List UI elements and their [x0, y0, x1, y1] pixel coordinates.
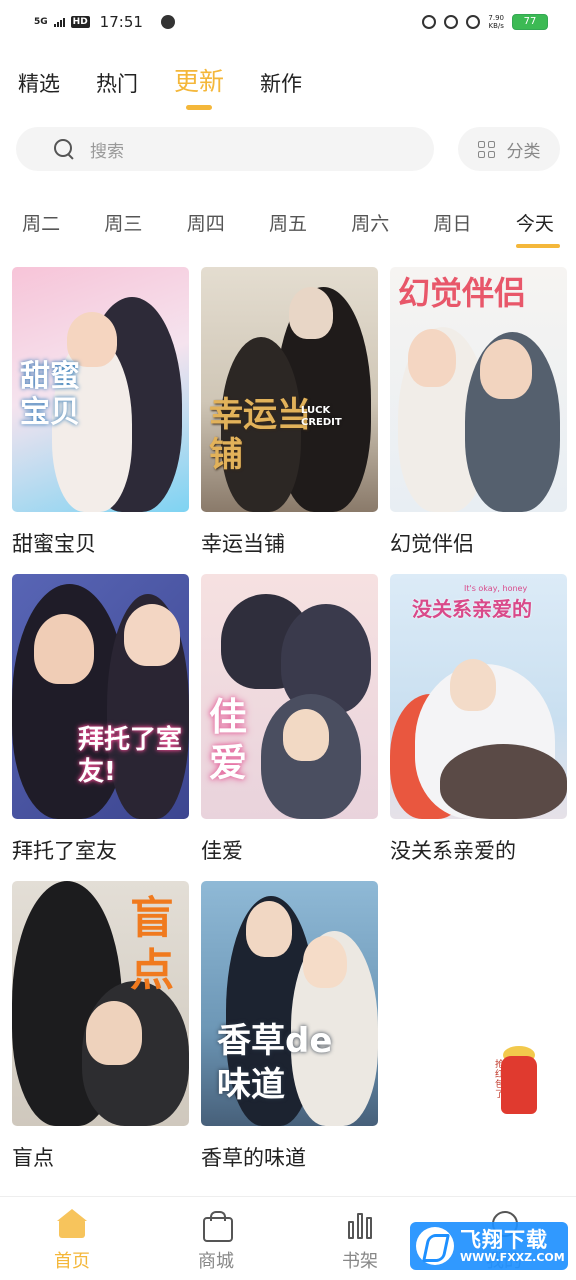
cover-subtitle: LUCK CREDIT	[301, 405, 342, 428]
comic-cover[interactable]: 拜托了室友!	[12, 574, 189, 819]
app-notification-icon	[160, 15, 175, 29]
home-icon	[56, 1209, 88, 1239]
comic-cover[interactable]: 香草de味道	[201, 881, 378, 1126]
hd-badge: HD	[70, 16, 90, 28]
nav-home-label: 首页	[54, 1251, 90, 1272]
comic-card[interactable]: 没关系亲爱的 It's okay, honey 没关系亲爱的	[390, 574, 567, 881]
day-tab-sunday[interactable]: 周日	[411, 209, 493, 236]
red-envelope-button[interactable]: 抢红包了	[495, 1040, 541, 1116]
status-right: 7.90 KB/s 77	[422, 14, 548, 30]
day-tab-friday[interactable]: 周五	[247, 209, 329, 236]
cover-title: 甜蜜宝贝	[20, 359, 80, 430]
category-button[interactable]: 分类	[458, 127, 560, 171]
network-type: 5G	[34, 16, 48, 27]
comic-grid: 甜蜜宝贝 甜蜜宝贝 幸运当铺 LUCK CREDIT 幸运当铺 幻觉伴侣 幻觉伴…	[12, 267, 568, 1188]
nav-bookshelf-label: 书架	[342, 1251, 378, 1272]
cover-title: 香草de味道	[217, 1021, 333, 1105]
net-speed: 7.90 KB/s	[488, 14, 504, 30]
nav-shop[interactable]: 商城	[144, 1197, 288, 1280]
bookshelf-icon	[344, 1209, 376, 1239]
category-label: 分类	[506, 141, 541, 162]
comic-title: 没关系亲爱的	[390, 839, 516, 863]
watermark-sub: WWW.FXXZ.COM	[460, 1251, 565, 1264]
status-bar: 5G HD 17:51 7.90 KB/s 77	[0, 0, 576, 44]
signal-icon	[53, 17, 65, 27]
watermark-text: 飞翔下载 WWW.FXXZ.COM	[460, 1228, 565, 1264]
headphone-icon	[422, 15, 437, 29]
comic-card[interactable]: 佳爱 佳爱	[201, 574, 378, 881]
tab-new[interactable]: 新作	[260, 68, 302, 98]
comic-card[interactable]: 幻觉伴侣 幻觉伴侣	[390, 267, 567, 574]
tab-updates[interactable]: 更新	[174, 62, 224, 110]
comic-title: 甜蜜宝贝	[12, 532, 96, 556]
comic-title: 佳爱	[201, 839, 243, 863]
comic-title: 拜托了室友	[12, 839, 117, 863]
status-time: 17:51	[99, 13, 143, 31]
cover-title: 盲点	[130, 893, 174, 996]
watermark: 飞翔下载 WWW.FXXZ.COM	[410, 1222, 568, 1270]
comic-cover[interactable]: 没关系亲爱的 It's okay, honey	[390, 574, 567, 819]
cover-title: 拜托了室友!	[78, 725, 183, 787]
net-speed-value: 7.90	[488, 14, 504, 22]
comic-cover[interactable]: 幸运当铺 LUCK CREDIT	[201, 267, 378, 512]
tab-popular[interactable]: 热门	[96, 68, 138, 98]
comic-cover[interactable]: 盲点	[12, 881, 189, 1126]
alarm-icon	[444, 15, 459, 29]
comic-cover[interactable]: 甜蜜宝贝	[12, 267, 189, 512]
watermark-logo-icon	[416, 1227, 454, 1265]
day-tab-saturday[interactable]: 周六	[329, 209, 411, 236]
comic-card[interactable]: 甜蜜宝贝 甜蜜宝贝	[12, 267, 189, 574]
cover-title: 没关系亲爱的	[412, 597, 532, 621]
cover-title: 幻觉伴侣	[398, 274, 527, 312]
search-icon	[54, 139, 74, 159]
comic-title: 盲点	[12, 1146, 54, 1170]
comic-card[interactable]: 香草de味道 香草的味道	[201, 881, 378, 1188]
day-tabs: 周二 周三 周四 周五 周六 周日 今天	[0, 209, 576, 248]
comic-title: 幸运当铺	[201, 532, 285, 556]
day-tab-thursday[interactable]: 周四	[165, 209, 247, 236]
comic-title: 香草的味道	[201, 1146, 306, 1170]
top-tabs: 精选 热门 更新 新作	[18, 62, 302, 110]
comic-cover[interactable]: 佳爱	[201, 574, 378, 819]
nav-home[interactable]: 首页	[0, 1197, 144, 1280]
search-input[interactable]: 搜索	[16, 127, 434, 171]
comic-card[interactable]: 拜托了室友! 拜托了室友	[12, 574, 189, 881]
day-tab-tuesday[interactable]: 周二	[0, 209, 82, 236]
status-left: 5G HD 17:51	[34, 13, 175, 31]
cover-subtitle: It's okay, honey	[464, 584, 528, 593]
red-envelope-icon	[501, 1056, 537, 1114]
nav-shop-label: 商城	[198, 1251, 234, 1272]
shop-icon	[200, 1209, 233, 1242]
mute-icon	[466, 15, 481, 29]
battery-icon: 77	[512, 14, 548, 30]
cover-title: 佳爱	[209, 695, 248, 785]
tab-featured[interactable]: 精选	[18, 68, 60, 98]
watermark-main: 飞翔下载	[460, 1228, 548, 1252]
grid-icon	[477, 140, 495, 158]
day-tab-wednesday[interactable]: 周三	[82, 209, 164, 236]
day-tab-today[interactable]: 今天	[494, 209, 576, 248]
comic-card[interactable]: 幸运当铺 LUCK CREDIT 幸运当铺	[201, 267, 378, 574]
net-speed-unit: KB/s	[488, 22, 504, 30]
comic-title: 幻觉伴侣	[390, 532, 474, 556]
comic-card[interactable]: 盲点 盲点	[12, 881, 189, 1188]
comic-cover[interactable]: 幻觉伴侣	[390, 267, 567, 512]
search-placeholder: 搜索	[90, 141, 124, 162]
